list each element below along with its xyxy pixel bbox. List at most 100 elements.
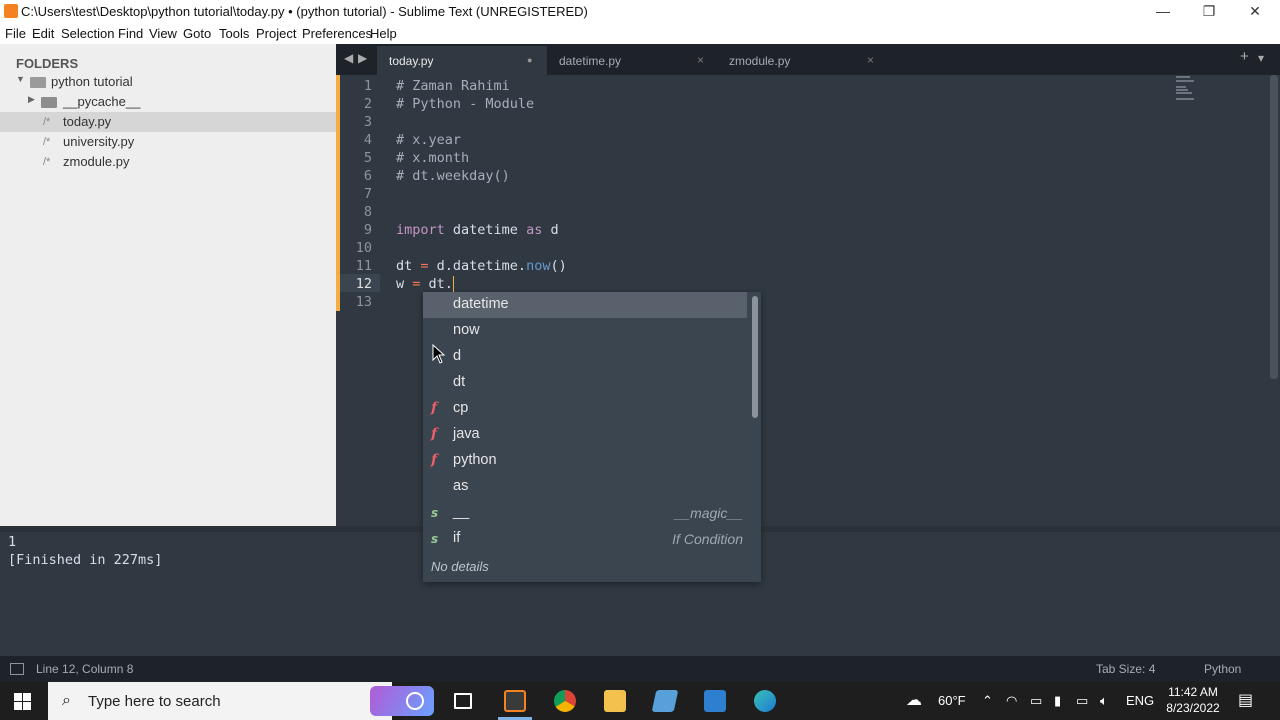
- notification-icon[interactable]: ▤: [1238, 690, 1253, 710]
- weather-cloud-icon[interactable]: ☁: [906, 690, 922, 710]
- restore-icon[interactable]: ❐: [1186, 0, 1232, 23]
- menu-preferences[interactable]: Preferences: [302, 26, 372, 41]
- battery-icon[interactable]: ▭: [1076, 693, 1088, 709]
- close-icon[interactable]: ×: [867, 53, 874, 67]
- windows-start-icon[interactable]: [14, 693, 31, 710]
- menu-selection[interactable]: Selection: [61, 26, 114, 41]
- completion-text: now: [453, 322, 480, 338]
- input-language[interactable]: ENG: [1126, 693, 1154, 708]
- menu-find[interactable]: Find: [118, 26, 143, 41]
- taskbar-clock[interactable]: 11:42 AM 8/23/2022: [1162, 684, 1224, 716]
- autocomplete-item[interactable]: as: [423, 474, 747, 500]
- code-line-12: w = dt.: [396, 276, 453, 292]
- output-line: 1: [8, 534, 17, 550]
- clock-time: 11:42 AM: [1168, 685, 1218, 699]
- weather-temperature[interactable]: 60°F: [938, 693, 966, 708]
- title-bar: C:\Users\test\Desktop\python tutorial\to…: [0, 0, 1280, 23]
- tray-chevron-up-icon[interactable]: ⌃: [982, 693, 993, 709]
- tab-label: zmodule.py: [729, 54, 791, 68]
- line-number: 13: [355, 294, 372, 310]
- code-line-11: dt = d.datetime.now(): [396, 258, 567, 274]
- function-call: now: [526, 258, 551, 274]
- completion-text: python: [453, 452, 497, 468]
- tab-datetime-py[interactable]: datetime.py ×: [547, 46, 717, 75]
- chevron-down-icon[interactable]: ▼: [16, 74, 25, 84]
- close-icon[interactable]: ×: [697, 53, 704, 67]
- chrome-icon[interactable]: [554, 690, 576, 712]
- tab-nav-right-icon[interactable]: ▶: [358, 51, 367, 65]
- sidebar-item-pycache[interactable]: ▶ __pycache__: [0, 92, 336, 112]
- close-icon[interactable]: ✕: [1232, 0, 1278, 23]
- autocomplete-item[interactable]: f python: [423, 448, 747, 474]
- file-explorer-icon[interactable]: [604, 690, 626, 712]
- sidebar-item-zmodule-py[interactable]: /* zmodule.py: [0, 152, 336, 172]
- completion-text: as: [453, 478, 469, 494]
- sidebar-item-label: __pycache__: [63, 94, 141, 109]
- sidebar-item-label: python tutorial: [51, 74, 133, 89]
- autocomplete-item[interactable]: dt: [423, 370, 747, 396]
- code-line-9: import datetime as d: [396, 222, 559, 238]
- completion-text: java: [453, 426, 480, 442]
- task-view-icon[interactable]: [454, 693, 472, 709]
- menu-view[interactable]: View: [149, 26, 177, 41]
- volume-icon[interactable]: 🔈︎: [1100, 693, 1108, 709]
- photos-icon[interactable]: [704, 690, 726, 712]
- unsaved-dot-icon[interactable]: ●: [527, 55, 532, 65]
- output-line: [Finished in 227ms]: [8, 552, 163, 568]
- editor-scrollbar[interactable]: [1270, 75, 1278, 379]
- autocomplete-details: No details: [423, 552, 761, 582]
- sidebar-item-root-folder[interactable]: ▼ python tutorial: [0, 72, 336, 92]
- tab-size-selector[interactable]: Tab Size: 4: [1096, 662, 1155, 676]
- sidebar-item-university-py[interactable]: /* university.py: [0, 132, 336, 152]
- tab-menu-icon[interactable]: ▾: [1258, 51, 1264, 65]
- add-tab-icon[interactable]: +: [1240, 48, 1249, 65]
- tab-nav-left-icon[interactable]: ◀: [344, 51, 353, 65]
- keyword-as: as: [526, 222, 543, 238]
- minimap[interactable]: [1176, 76, 1198, 102]
- toggle-panel-icon[interactable]: [10, 663, 24, 675]
- sidebar-item-today-py[interactable]: /* today.py: [0, 112, 336, 132]
- syntax-selector[interactable]: Python: [1204, 662, 1241, 676]
- wifi-icon[interactable]: ◠: [1006, 693, 1017, 709]
- chevron-right-icon[interactable]: ▶: [28, 94, 35, 105]
- clock-date: 8/23/2022: [1166, 701, 1220, 715]
- tab-today-py[interactable]: today.py ●: [377, 46, 547, 75]
- autocomplete-item[interactable]: s __ __magic__: [423, 500, 747, 526]
- edge-icon[interactable]: [754, 690, 776, 712]
- menu-project[interactable]: Project: [256, 26, 296, 41]
- cortana-icon[interactable]: [406, 692, 424, 710]
- menu-tools[interactable]: Tools: [219, 26, 249, 41]
- menu-goto[interactable]: Goto: [183, 26, 211, 41]
- menu-edit[interactable]: Edit: [32, 26, 54, 41]
- folders-header: FOLDERS: [16, 56, 79, 71]
- code-line-5: # x.month: [396, 150, 470, 166]
- file-icon: /*: [43, 136, 51, 148]
- line-number: 2: [363, 96, 372, 112]
- autocomplete-item[interactable]: s if If Condition: [423, 526, 747, 552]
- line-number: 7: [363, 186, 372, 202]
- line-number: 9: [363, 222, 372, 238]
- line-number: 4: [363, 132, 372, 148]
- menu-file[interactable]: File: [5, 26, 26, 41]
- window-title: C:\Users\test\Desktop\python tutorial\to…: [21, 4, 588, 19]
- folder-open-icon: [30, 77, 46, 88]
- sublime-text-taskbar-icon[interactable]: [504, 690, 526, 712]
- autocomplete-scrollbar[interactable]: [752, 296, 758, 418]
- tab-bar: ◀ ▶ today.py ● datetime.py × zmodule.py …: [336, 44, 1280, 75]
- autocomplete-item[interactable]: datetime: [423, 292, 747, 318]
- autocomplete-item[interactable]: f java: [423, 422, 747, 448]
- tab-label: datetime.py: [559, 54, 622, 68]
- tab-zmodule-py[interactable]: zmodule.py ×: [717, 46, 887, 75]
- taskbar-search-box[interactable]: ⌕ Type here to search: [48, 682, 434, 720]
- line-number-current: 12: [355, 276, 372, 292]
- whiteboard-icon[interactable]: [651, 690, 679, 712]
- minimize-icon[interactable]: —: [1140, 0, 1186, 23]
- autocomplete-item[interactable]: d: [423, 344, 747, 370]
- autocomplete-item[interactable]: f cp: [423, 396, 747, 422]
- microphone-icon[interactable]: ▮: [1054, 693, 1061, 709]
- meet-now-icon[interactable]: ▭: [1030, 693, 1042, 709]
- menu-help[interactable]: Help: [370, 26, 397, 41]
- snippet-kind-icon: s: [431, 532, 439, 546]
- autocomplete-item[interactable]: now: [423, 318, 747, 344]
- module-name: datetime: [444, 222, 527, 238]
